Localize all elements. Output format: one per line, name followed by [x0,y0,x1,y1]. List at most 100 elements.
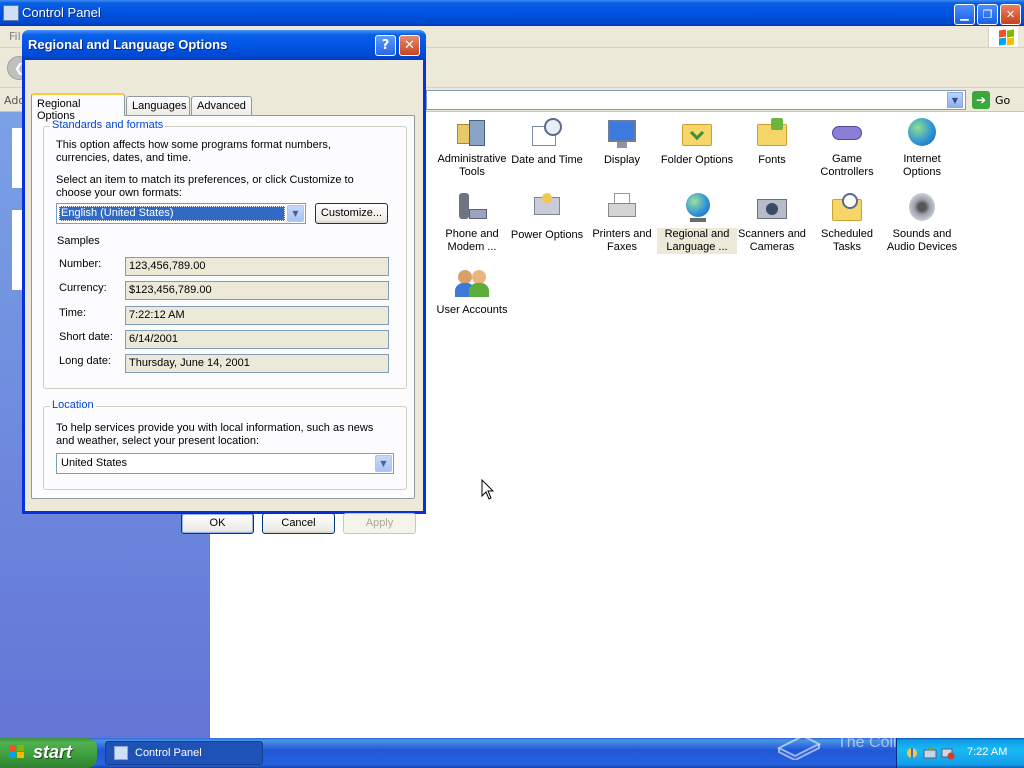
control-panel-icon [3,5,19,21]
icon-label: Phone and Modem ... [445,228,499,253]
minimize-button[interactable]: ▁ [954,4,975,25]
regional-and-language-item[interactable]: Regional and Language ... [657,191,737,254]
icon-label: Display [603,154,641,166]
globe-icon [905,116,939,150]
fonts-icon [755,116,789,150]
standards-instruction: Select an item to match its preferences,… [56,174,354,199]
icon-label: Date and Time [511,154,583,166]
tab-languages[interactable]: Languages [126,96,190,116]
chevron-down-icon[interactable]: ▼ [947,92,963,108]
customize-button[interactable]: Customize... [315,203,388,224]
close-button[interactable]: ✕ [1000,4,1021,25]
tab-panel-regional-options: Standards and formats This option affect… [31,115,415,499]
dialog-titlebar[interactable]: Regional and Language Options ? ✕ [22,30,426,60]
help-icon[interactable]: ? [375,35,396,56]
standards-description: This option affects how some programs fo… [56,139,331,164]
icon-label: Scheduled Tasks [821,228,873,253]
tab-advanced[interactable]: Advanced [191,96,252,116]
camera-icon [755,191,789,225]
date-and-time-item[interactable]: Date and Time [507,116,587,167]
fonts-item[interactable]: Fonts [732,116,812,167]
sample-currency-value: $123,456,789.00 [125,281,389,300]
restore-button[interactable]: ❐ [977,4,998,25]
tray-icon[interactable] [941,746,955,760]
book-icon [776,734,822,760]
sample-short-date-value: 6/14/2001 [125,330,389,349]
sample-number-value: 123,456,789.00 [125,257,389,276]
control-panel-titlebar[interactable]: Control Panel ▁ ❐ ✕ [0,0,1024,26]
chevron-down-icon[interactable]: ▼ [375,455,392,472]
location-group: Location To help services provide you wi… [43,399,407,490]
windows-flag-icon [9,745,27,761]
icon-label: User Accounts [436,304,508,316]
taskbar: start Control Panel The Collection Book … [0,734,1024,768]
icon-label: Administrative Tools [437,153,507,178]
globe-icon [680,191,714,225]
date-time-icon [530,116,564,150]
phone-and-modem-item[interactable]: Phone and Modem ... [432,191,512,254]
menu-file[interactable]: Fil [9,30,21,43]
icon-label: Internet Options [903,153,941,178]
folder-options-icon [680,116,714,150]
tray-icon[interactable] [923,746,937,760]
internet-options-item[interactable]: Internet Options [882,116,962,179]
system-tray: 7:22 AM [896,738,1024,768]
speaker-icon [905,191,939,225]
close-icon[interactable]: ✕ [399,35,420,56]
taskbar-item-control-panel[interactable]: Control Panel [105,741,263,765]
folder-options-item[interactable]: Folder Options [657,116,737,167]
go-button[interactable]: ➔ Go [971,90,1019,110]
cancel-button[interactable]: Cancel [262,513,335,534]
samples-label: Samples [57,235,100,247]
location-select-value: United States [61,457,128,469]
apply-button[interactable]: Apply [343,513,416,534]
mouse-cursor-icon [481,479,495,500]
scanners-and-cameras-item[interactable]: Scanners and Cameras [732,191,812,254]
task-pane-box [12,210,22,290]
sample-long-date-value: Thursday, June 14, 2001 [125,354,389,373]
game-controller-icon [830,116,864,150]
control-panel-icon [114,746,128,760]
window-title: Control Panel [22,5,101,20]
sample-time-label: Time: [59,307,87,319]
regional-language-dialog: Regional and Language Options ? ✕ Region… [22,30,426,534]
power-options-item[interactable]: Power Options [507,191,587,242]
scheduled-tasks-item[interactable]: Scheduled Tasks [807,191,887,254]
printers-and-faxes-item[interactable]: Printers and Faxes [582,191,662,254]
sample-long-date-label: Long date: [59,355,111,367]
administrative-tools-item[interactable]: Administrative Tools [432,116,512,179]
user-accounts-item[interactable]: User Accounts [432,266,512,317]
location-select[interactable]: United States ▼ [56,453,394,474]
chevron-down-icon[interactable]: ▼ [287,205,304,222]
start-label: start [33,742,73,762]
administrative-tools-icon [455,116,489,150]
dialog-body: Regional Options Languages Advanced Stan… [25,60,423,534]
icon-label: Printers and Faxes [592,228,652,253]
go-arrow-icon: ➔ [972,91,990,109]
ok-button[interactable]: OK [181,513,254,534]
tab-regional-options[interactable]: Regional Options [31,93,125,122]
go-label: Go [995,94,1011,107]
format-select-value: English (United States) [59,206,285,221]
sample-short-date-label: Short date: [59,331,113,343]
standards-and-formats-group: Standards and formats This option affect… [43,119,407,389]
sample-currency-label: Currency: [59,282,107,294]
sounds-and-audio-item[interactable]: Sounds and Audio Devices [882,191,962,254]
icon-label: Folder Options [660,154,734,166]
display-icon [605,116,639,150]
icon-label: Fonts [758,154,786,166]
address-input[interactable]: ▼ [426,90,966,110]
tray-icon[interactable] [905,746,919,760]
icon-label: Power Options [510,229,584,241]
icon-label: Scanners and Cameras [738,228,806,253]
display-item[interactable]: Display [582,116,662,167]
game-controllers-item[interactable]: Game Controllers [807,116,887,179]
power-icon [530,191,564,225]
format-select[interactable]: English (United States) ▼ [56,203,306,224]
task-pane-box [12,128,22,188]
scheduled-tasks-icon [830,191,864,225]
sample-number-label: Number: [59,258,102,270]
start-button[interactable]: start [0,738,97,768]
group-title: Location [50,399,96,411]
icon-label: Sounds and Audio Devices [886,228,958,253]
